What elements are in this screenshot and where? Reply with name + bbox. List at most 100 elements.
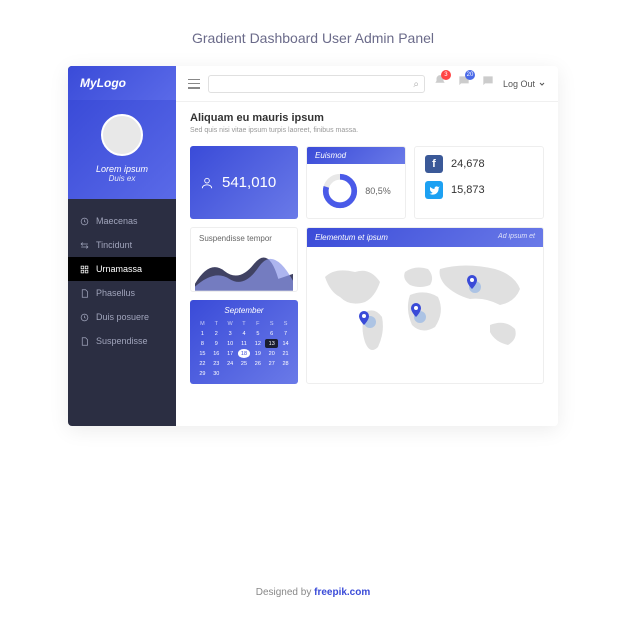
file-icon <box>80 289 89 298</box>
area-chart <box>195 249 293 291</box>
calendar-dow: W <box>224 319 237 328</box>
calendar-day[interactable]: 21 <box>279 349 292 358</box>
twitter-row[interactable]: 15,873 <box>425 181 533 199</box>
calendar-day[interactable]: 4 <box>238 329 251 338</box>
content-title: Aliquam eu mauris ipsum <box>190 112 544 124</box>
calendar-day[interactable]: 9 <box>210 339 223 348</box>
calendar-day[interactable]: 16 <box>210 349 223 358</box>
stat-card[interactable]: 541,010 <box>190 146 298 219</box>
avatar[interactable] <box>101 114 143 156</box>
calendar-day[interactable]: 23 <box>210 359 223 368</box>
calendar-dow: M <box>196 319 209 328</box>
calendar-dow: S <box>279 319 292 328</box>
sidebar-item-phasellus[interactable]: Phasellus <box>68 281 176 305</box>
notification-chat-2[interactable] <box>481 74 495 93</box>
world-map <box>307 247 543 375</box>
calendar-day[interactable]: 7 <box>279 329 292 338</box>
profile-subtitle: Duis ex <box>76 174 168 183</box>
area-title: Suspendisse tempor <box>191 228 297 249</box>
calendar-day[interactable]: 13 <box>265 339 278 348</box>
calendar-day[interactable]: 15 <box>196 349 209 358</box>
map-pin-icon <box>359 311 369 325</box>
nav-label: Urnamassa <box>96 264 142 274</box>
calendar-day[interactable]: 14 <box>279 339 292 348</box>
search-icon: ⌕ <box>413 79 419 90</box>
badge-red: 3 <box>441 70 451 80</box>
sidebar-item-maecenas[interactable]: Maecenas <box>68 209 176 233</box>
calendar-day[interactable]: 28 <box>279 359 292 368</box>
calendar-day[interactable]: 3 <box>224 329 237 338</box>
map-pin-icon <box>467 275 477 289</box>
footer-credit: Designed by freepik.com <box>0 587 626 598</box>
nav-label: Duis posuere <box>96 312 149 322</box>
gauge-card[interactable]: Euismod 80,5% <box>306 146 406 219</box>
badge-blue: 20 <box>465 70 475 80</box>
calendar-day[interactable]: 2 <box>210 329 223 338</box>
profile-name: Lorem ipsum <box>76 164 168 174</box>
sidebar-item-duis posuere[interactable]: Duis posuere <box>68 305 176 329</box>
calendar-dow: F <box>251 319 264 328</box>
content-subtitle: Sed quis nisi vitae ipsum turpis laoreet… <box>190 127 544 134</box>
twitter-icon <box>425 181 443 199</box>
calendar-day[interactable]: 26 <box>251 359 264 368</box>
calendar-day[interactable]: 11 <box>238 339 251 348</box>
calendar-day[interactable]: 12 <box>251 339 264 348</box>
clock-icon <box>80 313 89 322</box>
calendar-day[interactable]: 29 <box>196 369 209 378</box>
card-grid: 541,010 Euismod 80,5% f 24,678 <box>176 140 558 396</box>
page-title: Gradient Dashboard User Admin Panel <box>0 0 626 66</box>
sidebar-item-tincidunt[interactable]: Tincidunt <box>68 233 176 257</box>
calendar-grid: MTWTFSS123456789101112131415161718192021… <box>196 319 292 378</box>
calendar-day[interactable]: 1 <box>196 329 209 338</box>
calendar-day[interactable]: 5 <box>251 329 264 338</box>
facebook-icon: f <box>425 155 443 173</box>
calendar-day[interactable]: 17 <box>224 349 237 358</box>
gauge-title: Euismod <box>307 147 405 164</box>
calendar-day[interactable]: 30 <box>210 369 223 378</box>
nav-label: Phasellus <box>96 288 135 298</box>
calendar-day[interactable]: 27 <box>265 359 278 368</box>
nav-label: Tincidunt <box>96 240 132 250</box>
facebook-row[interactable]: f 24,678 <box>425 155 533 173</box>
logo: MyLogo <box>68 66 176 100</box>
facebook-value: 24,678 <box>451 158 485 170</box>
calendar-month: September <box>196 306 292 315</box>
calendar-day[interactable]: 20 <box>265 349 278 358</box>
arrows-icon <box>80 241 89 250</box>
map-title: Elementum et ipsum <box>315 233 388 242</box>
gauge-chart <box>321 172 359 210</box>
sidebar: MyLogo Lorem ipsum Duis ex Maecenas Tinci… <box>68 66 176 426</box>
calendar-day[interactable]: 19 <box>251 349 264 358</box>
social-card: f 24,678 15,873 <box>414 146 544 219</box>
search-input[interactable]: ⌕ <box>208 75 425 93</box>
notification-bell-1[interactable]: 3 <box>433 74 447 93</box>
calendar-day[interactable]: 25 <box>238 359 251 368</box>
nav-label: Suspendisse <box>96 336 148 346</box>
calendar-day[interactable]: 8 <box>196 339 209 348</box>
main-panel: ⌕ 3 20 Log Out Aliquam e <box>176 66 558 426</box>
gauge-percent: 80,5% <box>365 186 391 196</box>
map-card[interactable]: Elementum et ipsum Ad ipsum et <box>306 227 544 384</box>
hamburger-icon[interactable] <box>188 79 200 89</box>
sidebar-item-urnamassa[interactable]: Urnamassa <box>68 257 176 281</box>
nav-label: Maecenas <box>96 216 138 226</box>
map-subtitle: Ad ipsum et <box>498 233 535 242</box>
calendar-day[interactable]: 10 <box>224 339 237 348</box>
twitter-value: 15,873 <box>451 184 485 196</box>
notification-chat[interactable]: 20 <box>457 74 471 93</box>
user-icon <box>200 176 214 190</box>
calendar-day[interactable]: 24 <box>224 359 237 368</box>
area-chart-card[interactable]: Suspendisse tempor <box>190 227 298 292</box>
calendar-dow: S <box>265 319 278 328</box>
calendar-card[interactable]: September MTWTFSS12345678910111213141516… <box>190 300 298 384</box>
topbar: ⌕ 3 20 Log Out <box>176 66 558 102</box>
content-header: Aliquam eu mauris ipsum Sed quis nisi vi… <box>176 102 558 140</box>
calendar-day[interactable]: 18 <box>238 349 251 358</box>
stat-value: 541,010 <box>222 174 276 191</box>
calendar-day[interactable]: 6 <box>265 329 278 338</box>
sidebar-item-suspendisse[interactable]: Suspendisse <box>68 329 176 353</box>
logout-button[interactable]: Log Out <box>503 79 546 89</box>
calendar-day[interactable]: 22 <box>196 359 209 368</box>
calendar-dow: T <box>238 319 251 328</box>
calendar-dow: T <box>210 319 223 328</box>
